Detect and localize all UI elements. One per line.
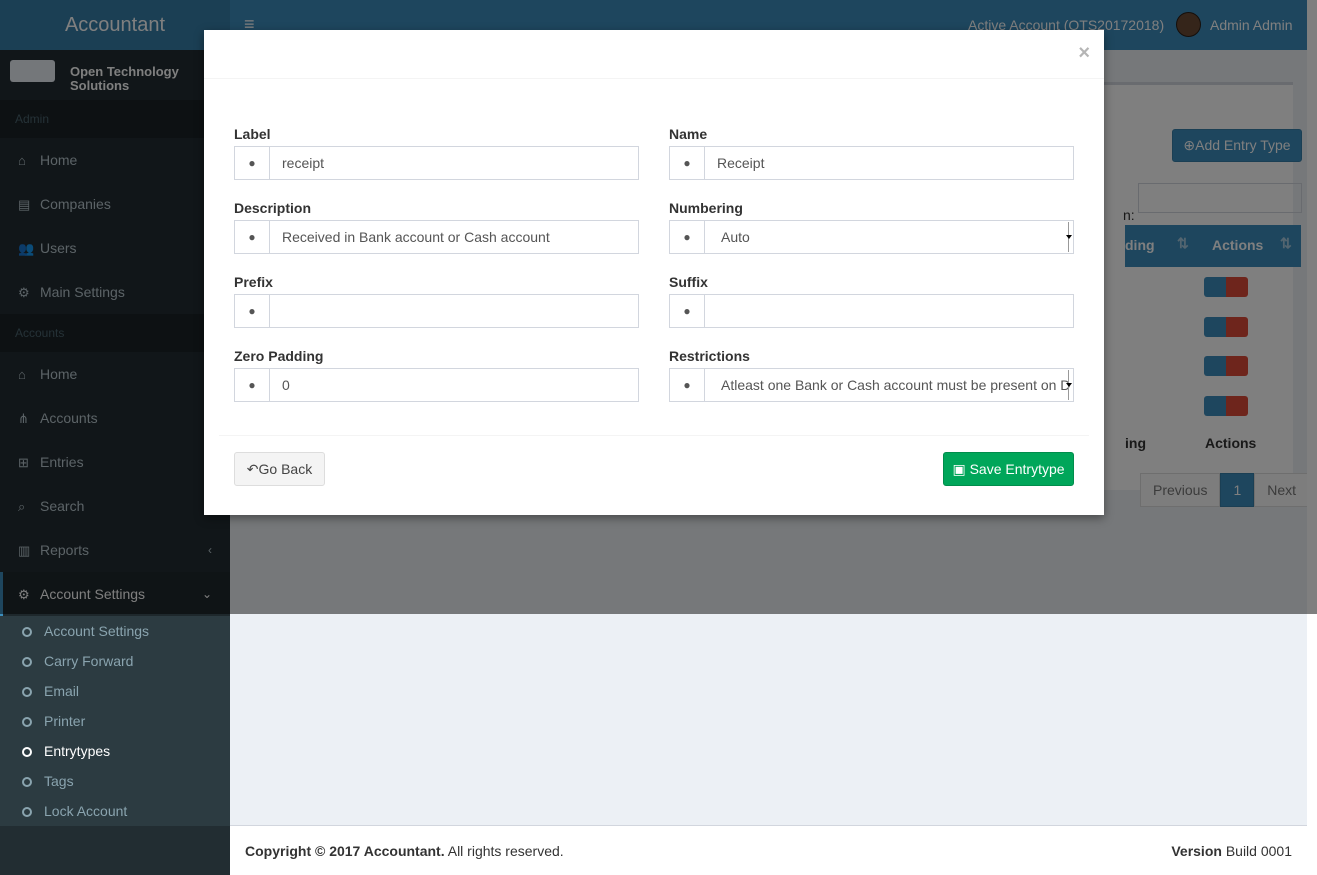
prefix-field-group: Prefix ● <box>234 274 639 328</box>
chevron-down-icon <box>1066 222 1072 252</box>
submenu-item-email[interactable]: Email <box>0 676 230 706</box>
restrictions-selected-value: Atleast one Bank or Cash account must be… <box>721 377 1071 393</box>
page-footer: Copyright © 2017 Accountant. All rights … <box>230 825 1307 875</box>
copyright-bold: Copyright © 2017 Accountant. <box>245 843 445 859</box>
submenu-item-lock-account[interactable]: Lock Account <box>0 796 230 826</box>
description-input[interactable]: Received in Bank account or Cash account <box>270 221 638 253</box>
user-icon: ● <box>670 295 705 327</box>
chevron-down-icon <box>1066 370 1072 400</box>
zero-padding-field-label: Zero Padding <box>234 348 324 364</box>
edit-entrytype-modal: × Label ● receipt Name ● Receipt Descrip… <box>204 30 1104 515</box>
submenu-label: Printer <box>44 713 86 729</box>
submenu-label: Tags <box>44 773 74 789</box>
save-icon: ▣ <box>952 461 970 477</box>
suffix-input[interactable] <box>705 295 1073 327</box>
label-field-label: Label <box>234 126 271 142</box>
numbering-field-group: Numbering ● Auto <box>669 200 1074 254</box>
prefix-input[interactable] <box>270 295 638 327</box>
numbering-selected-value: Auto <box>721 229 750 245</box>
circle-icon <box>22 657 32 667</box>
circle-icon <box>22 807 32 817</box>
version-label: Version <box>1171 843 1222 859</box>
reply-icon: ↶ <box>246 461 259 477</box>
copyright-rest: All rights reserved. <box>444 843 564 859</box>
numbering-input-group: ● Auto <box>669 220 1074 254</box>
suffix-field-label: Suffix <box>669 274 708 290</box>
zero-padding-input-group: ● 0 <box>234 368 639 402</box>
restrictions-field-group: Restrictions ● Atleast one Bank or Cash … <box>669 348 1074 402</box>
restrictions-field-label: Restrictions <box>669 348 750 364</box>
user-icon: ● <box>235 147 270 179</box>
submenu-label: Lock Account <box>44 803 128 819</box>
zero-padding-input[interactable]: 0 <box>270 369 638 401</box>
submenu-label: Carry Forward <box>44 653 134 669</box>
user-icon: ● <box>235 221 270 253</box>
restrictions-select[interactable]: Atleast one Bank or Cash account must be… <box>705 369 1073 401</box>
circle-icon <box>22 747 32 757</box>
name-field-group: Name ● Receipt <box>669 126 1074 180</box>
user-icon: ● <box>670 369 705 401</box>
label-input-group: ● receipt <box>234 146 639 180</box>
close-icon[interactable]: × <box>1078 42 1090 65</box>
save-entrytype-label: Save Entrytype <box>969 461 1065 477</box>
submenu-item-account-settings[interactable]: Account Settings <box>0 616 230 646</box>
name-field-label: Name <box>669 126 708 142</box>
zero-padding-field-group: Zero Padding ● 0 <box>234 348 639 402</box>
description-input-group: ● Received in Bank account or Cash accou… <box>234 220 639 254</box>
save-entrytype-button[interactable]: ▣ Save Entrytype <box>943 452 1074 486</box>
user-icon: ● <box>235 295 270 327</box>
prefix-field-label: Prefix <box>234 274 273 290</box>
user-icon: ● <box>235 369 270 401</box>
name-input[interactable]: Receipt <box>705 147 1073 179</box>
circle-icon <box>22 717 32 727</box>
version-value: Build 0001 <box>1221 843 1292 859</box>
prefix-input-group: ● <box>234 294 639 328</box>
circle-icon <box>22 627 32 637</box>
copyright: Copyright © 2017 Accountant. All rights … <box>245 843 564 859</box>
suffix-input-group: ● <box>669 294 1074 328</box>
label-input[interactable]: receipt <box>270 147 638 179</box>
description-field-group: Description ● Received in Bank account o… <box>234 200 639 254</box>
account-settings-submenu: Account Settings Carry Forward Email Pri… <box>0 616 230 826</box>
user-icon: ● <box>670 147 705 179</box>
suffix-field-group: Suffix ● <box>669 274 1074 328</box>
submenu-label: Account Settings <box>44 623 150 639</box>
circle-icon <box>22 777 32 787</box>
numbering-field-label: Numbering <box>669 200 743 216</box>
label-field-group: Label ● receipt <box>234 126 639 180</box>
modal-footer-divider <box>219 435 1089 436</box>
submenu-label: Email <box>44 683 80 699</box>
description-field-label: Description <box>234 200 312 216</box>
circle-icon <box>22 687 32 697</box>
submenu-label: Entrytypes <box>44 743 111 759</box>
submenu-item-printer[interactable]: Printer <box>0 706 230 736</box>
modal-header: × <box>204 30 1104 79</box>
version: Version Build 0001 <box>1171 843 1292 859</box>
user-icon: ● <box>670 221 705 253</box>
submenu-item-entrytypes[interactable]: Entrytypes <box>0 736 230 766</box>
name-input-group: ● Receipt <box>669 146 1074 180</box>
submenu-item-carry-forward[interactable]: Carry Forward <box>0 646 230 676</box>
go-back-button[interactable]: ↶Go Back <box>234 452 325 486</box>
restrictions-input-group: ● Atleast one Bank or Cash account must … <box>669 368 1074 402</box>
go-back-label: Go Back <box>258 461 313 477</box>
submenu-item-tags[interactable]: Tags <box>0 766 230 796</box>
numbering-select[interactable]: Auto <box>705 221 1073 253</box>
